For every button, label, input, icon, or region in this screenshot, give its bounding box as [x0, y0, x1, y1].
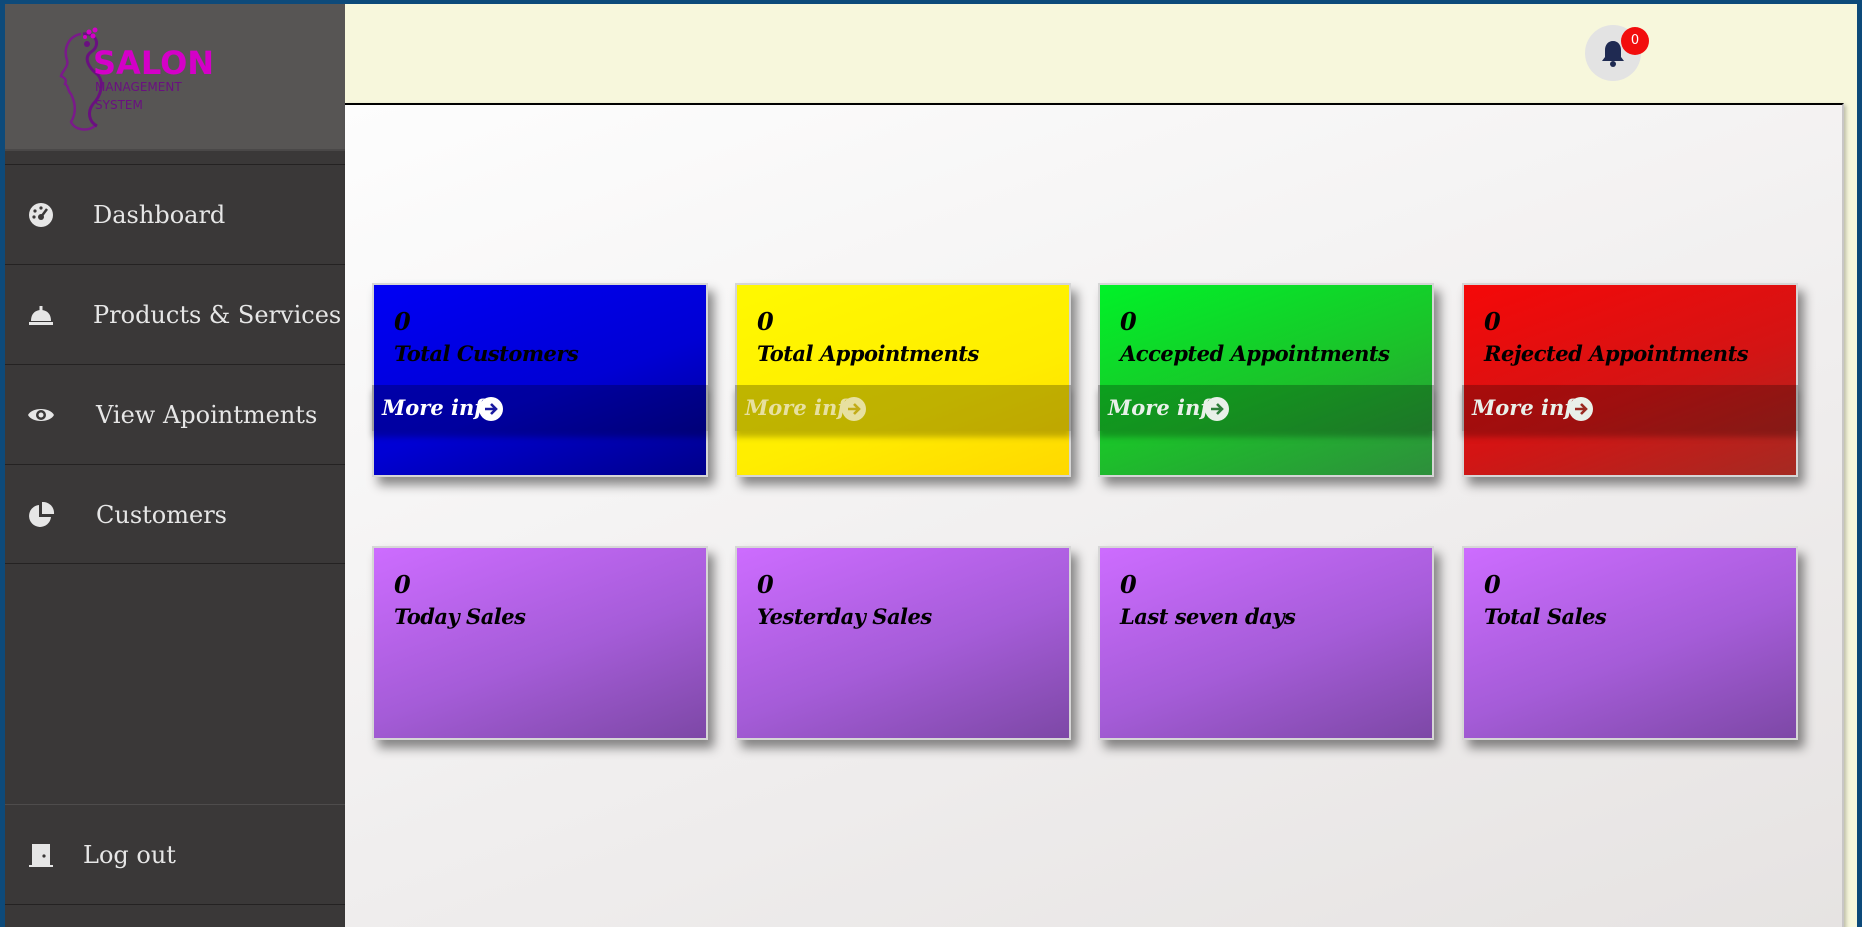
card-count: 0: [1484, 570, 1501, 599]
dashboard-content: 0 Total Customers More info 0 Total Appo…: [345, 103, 1844, 927]
svg-text:SALON: SALON: [93, 44, 214, 82]
arrow-circle-right-icon: [1569, 397, 1593, 421]
total-customers-card: 0 Total Customers More info: [372, 283, 708, 477]
rejected-appointments-card: 0 Rejected Appointments More info: [1462, 283, 1798, 477]
card-label: Yesterday Sales: [757, 604, 932, 629]
more-info-link[interactable]: More info: [735, 385, 1071, 431]
app-window: SALON MANAGEMENT SYSTEM Dashboard Produc…: [5, 4, 1857, 927]
arrow-circle-right-icon: [1205, 397, 1229, 421]
card-label: Total Sales: [1484, 604, 1607, 629]
svg-text:SYSTEM: SYSTEM: [95, 98, 143, 112]
card-count: 0: [757, 307, 774, 336]
card-label: Last seven days: [1120, 604, 1296, 629]
sidebar-item-products-services[interactable]: Products & Services: [5, 264, 345, 364]
card-count: 0: [394, 570, 411, 599]
card-count: 0: [757, 570, 774, 599]
sidebar-item-dashboard[interactable]: Dashboard: [5, 164, 345, 264]
brand-logo[interactable]: SALON MANAGEMENT SYSTEM: [5, 4, 345, 151]
card-label: Rejected Appointments: [1484, 341, 1749, 366]
sidebar: SALON MANAGEMENT SYSTEM Dashboard Produc…: [5, 4, 345, 927]
last-seven-days-card: 0 Last seven days: [1098, 546, 1434, 740]
sidebar-item-view-apointments[interactable]: View Apointments: [5, 364, 345, 464]
card-label: Total Customers: [394, 341, 579, 366]
dashboard-gauge-icon: [29, 203, 53, 227]
card-count: 0: [1120, 570, 1137, 599]
svg-text:MANAGEMENT: MANAGEMENT: [95, 80, 182, 94]
today-sales-card: 0 Today Sales: [372, 546, 708, 740]
sidebar-item-customers[interactable]: Customers: [5, 464, 345, 564]
more-info-link[interactable]: More info: [372, 385, 708, 431]
arrow-circle-right-icon: [479, 397, 503, 421]
logout-label: Log out: [83, 841, 176, 869]
sidebar-item-label: Customers: [96, 501, 227, 529]
notification-count-badge: 0: [1621, 27, 1649, 55]
logout-button[interactable]: Log out: [5, 804, 345, 905]
sidebar-item-label: Dashboard: [93, 201, 226, 229]
total-sales-card: 0 Total Sales: [1462, 546, 1798, 740]
eye-icon: [28, 409, 54, 421]
card-label: Today Sales: [394, 604, 526, 629]
accepted-appointments-card: 0 Accepted Appointments More info: [1098, 283, 1434, 477]
card-count: 0: [394, 307, 411, 336]
total-appointments-card: 0 Total Appointments More info: [735, 283, 1071, 477]
more-info-link[interactable]: More info: [1462, 385, 1798, 431]
card-label: Accepted Appointments: [1120, 341, 1390, 366]
yesterday-sales-card: 0 Yesterday Sales: [735, 546, 1071, 740]
more-info-link[interactable]: More info: [1098, 385, 1434, 431]
salon-logo-icon: SALON MANAGEMENT SYSTEM: [59, 27, 214, 131]
door-icon: [29, 844, 53, 867]
arrow-circle-right-icon: [842, 397, 866, 421]
pie-chart-icon: [29, 501, 55, 527]
card-count: 0: [1484, 307, 1501, 336]
concierge-bell-icon: [29, 306, 53, 325]
card-count: 0: [1120, 307, 1137, 336]
card-label: Total Appointments: [757, 341, 979, 366]
sidebar-item-label: View Apointments: [96, 401, 318, 429]
sidebar-item-label: Products & Services: [93, 301, 342, 329]
